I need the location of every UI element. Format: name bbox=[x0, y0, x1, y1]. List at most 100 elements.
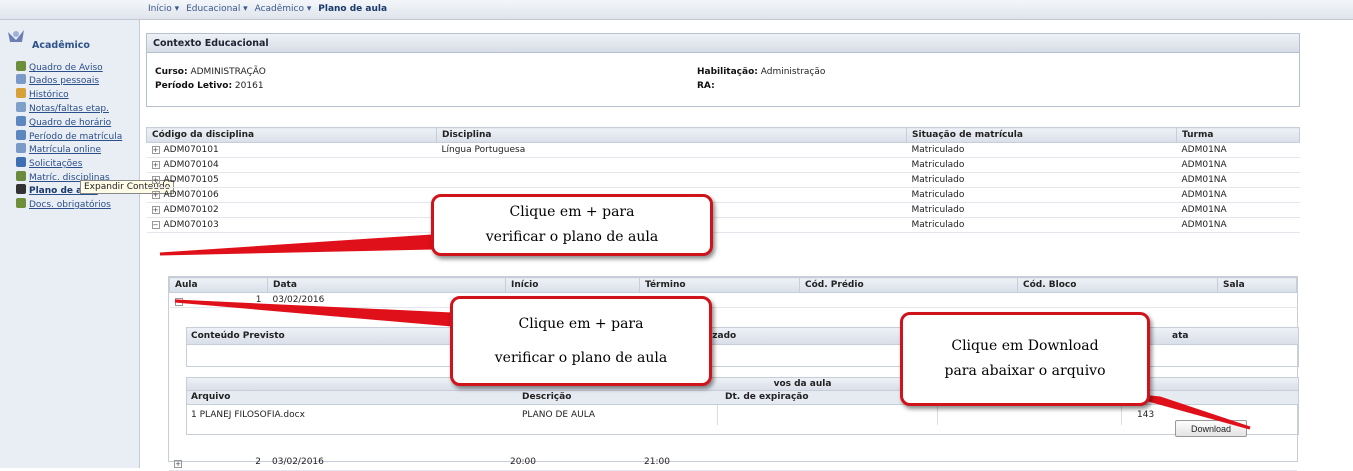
breadcrumb-academico[interactable]: Acadêmico ▾ bbox=[255, 4, 312, 14]
sidebar-item-label: Período de matrícula bbox=[29, 132, 123, 142]
grades-icon bbox=[16, 102, 26, 112]
discipline-name: Língua Portuguesa bbox=[441, 145, 526, 155]
discipline-code: ADM070105 bbox=[163, 175, 219, 185]
sidebar-title: Acadêmico bbox=[32, 40, 90, 51]
collapse-lesson-button[interactable]: − bbox=[174, 297, 183, 306]
sidebar-item-0[interactable]: Quadro de Aviso bbox=[16, 61, 140, 74]
sidebar-item-label: Quadro de Aviso bbox=[29, 63, 103, 73]
sidebar-item-5[interactable]: Período de matrícula bbox=[16, 130, 140, 143]
discipline-turma: ADM01NA bbox=[1181, 145, 1227, 155]
callout-expand-lesson: Clique em + para verificar o plano de au… bbox=[450, 296, 712, 386]
lesson-row: −1 03/02/2016 bbox=[169, 292, 1297, 308]
col-disciplina[interactable]: Disciplina bbox=[436, 127, 907, 143]
expand-lesson-button[interactable]: + bbox=[174, 459, 182, 468]
sidebar-item-4[interactable]: Quadro de horário bbox=[16, 116, 140, 129]
lessons-table-continued: +2 03/02/2016 20:00 21:00 bbox=[169, 455, 1297, 471]
callout-expand-discipline: Clique em + para verificar o plano de au… bbox=[431, 194, 713, 256]
sidebar-item-label: Matrícula online bbox=[29, 145, 101, 155]
col-bloco[interactable]: Cód. Bloco bbox=[1017, 277, 1218, 293]
discipline-code: ADM070103 bbox=[163, 220, 219, 230]
sidebar-item-7[interactable]: Solicitações bbox=[16, 157, 140, 170]
discipline-status: Matriculado bbox=[911, 160, 965, 170]
discipline-status: Matriculado bbox=[911, 190, 965, 200]
discipline-turma: ADM01NA bbox=[1181, 160, 1227, 170]
history-icon bbox=[16, 88, 26, 98]
sidebar-item-10[interactable]: Docs. obrigatórios bbox=[16, 198, 140, 211]
sidebar-item-6[interactable]: Matrícula online bbox=[16, 143, 140, 156]
col-expiracao[interactable]: Dt. de expiração bbox=[725, 392, 809, 402]
notice-icon bbox=[16, 61, 26, 71]
context-title: Contexto Educacional bbox=[147, 34, 1299, 53]
discipline-status: Matriculado bbox=[911, 175, 965, 185]
collapse-discipline-button[interactable]: − bbox=[151, 221, 160, 229]
col-arquivo[interactable]: Arquivo bbox=[191, 392, 230, 402]
educational-context-panel: Contexto Educacional Curso: ADMINISTRAÇÃ… bbox=[146, 33, 1300, 107]
breadcrumb-educacional[interactable]: Educacional ▾ bbox=[186, 4, 248, 14]
col-termino[interactable]: Término bbox=[639, 277, 800, 293]
check-icon bbox=[16, 171, 26, 181]
discipline-row: + ADM070106 Matriculado ADM01NA bbox=[146, 187, 1300, 203]
download-button[interactable]: Download bbox=[1175, 420, 1247, 437]
discipline-turma: ADM01NA bbox=[1181, 205, 1227, 215]
document-icon bbox=[16, 198, 26, 208]
sidebar-item-label: Solicitações bbox=[29, 159, 83, 169]
discipline-row: + ADM070104 Matriculado ADM01NA bbox=[146, 157, 1300, 173]
disciplines-table: Código da disciplina Disciplina Situação… bbox=[146, 127, 1300, 233]
sidebar-item-label: Dados pessoais bbox=[29, 76, 100, 86]
sidebar-item-2[interactable]: Histórico bbox=[16, 88, 140, 101]
discipline-turma: ADM01NA bbox=[1181, 220, 1227, 230]
col-codigo[interactable]: Código da disciplina bbox=[146, 127, 437, 143]
pointer-top bbox=[159, 234, 434, 256]
sidebar-item-3[interactable]: Notas/faltas etap. bbox=[16, 102, 140, 115]
calendar-icon bbox=[16, 130, 26, 140]
enroll-icon bbox=[16, 143, 26, 153]
discipline-row: − ADM070103 Matriculado ADM01NA bbox=[146, 217, 1300, 233]
breadcrumb-inicio[interactable]: Início ▾ bbox=[148, 4, 179, 14]
ra-field: RA: bbox=[697, 81, 715, 91]
file-name: 1 PLANEJ FILOSOFIA.docx bbox=[191, 410, 305, 420]
lessons-table: Aula Data Início Término Cód. Prédio Cód… bbox=[169, 277, 1297, 308]
expand-discipline-button[interactable]: + bbox=[151, 161, 160, 169]
data-header: ata bbox=[1172, 331, 1189, 341]
expand-discipline-button[interactable]: + bbox=[151, 191, 160, 199]
sidebar-item-1[interactable]: Dados pessoais bbox=[16, 74, 140, 87]
discipline-turma: ADM01NA bbox=[1181, 175, 1227, 185]
discipline-code: ADM070102 bbox=[163, 205, 219, 215]
col-situacao[interactable]: Situação de matrícula bbox=[906, 127, 1177, 143]
expand-discipline-button[interactable]: + bbox=[151, 176, 160, 184]
lesson-plan-icon bbox=[16, 184, 26, 194]
request-icon bbox=[16, 157, 26, 167]
col-turma[interactable]: Turma bbox=[1176, 127, 1300, 143]
discipline-code: ADM070104 bbox=[163, 160, 219, 170]
sidebar-item-label: Docs. obrigatórios bbox=[29, 200, 111, 210]
discipline-row: + ADM070102 Matriculado ADM01NA bbox=[146, 202, 1300, 218]
discipline-code: ADM070106 bbox=[163, 190, 219, 200]
discipline-turma: ADM01NA bbox=[1181, 190, 1227, 200]
discipline-status: Matriculado bbox=[911, 220, 965, 230]
expand-discipline-button[interactable]: + bbox=[151, 146, 160, 154]
sidebar-item-label: Notas/faltas etap. bbox=[29, 104, 109, 114]
file-row: 1 PLANEJ FILOSOFIA.docx PLANO DE AULA 14… bbox=[187, 405, 1298, 425]
sidebar-item-label: Quadro de horário bbox=[29, 118, 112, 128]
habilitacao-field: Habilitação: Administração bbox=[697, 67, 826, 77]
expand-discipline-button[interactable]: + bbox=[151, 206, 160, 214]
breadcrumb: Início ▾ Educacional ▾ Acadêmico ▾ Plano… bbox=[148, 4, 387, 14]
discipline-status: Matriculado bbox=[911, 205, 965, 215]
col-aula[interactable]: Aula bbox=[169, 277, 268, 293]
clock-icon bbox=[16, 116, 26, 126]
col-sala[interactable]: Sala bbox=[1217, 277, 1297, 293]
person-icon bbox=[16, 74, 26, 84]
col-descricao[interactable]: Descrição bbox=[522, 392, 571, 402]
academic-icon bbox=[8, 30, 24, 42]
top-bar: Início ▾ Educacional ▾ Acadêmico ▾ Plano… bbox=[0, 0, 1353, 20]
col-data[interactable]: Data bbox=[267, 277, 506, 293]
col-inicio[interactable]: Início bbox=[505, 277, 640, 293]
sidebar-item-label: Histórico bbox=[29, 90, 69, 100]
breadcrumb-current: Plano de aula bbox=[318, 4, 388, 14]
discipline-row: + ADM070105 Matriculado ADM01NA bbox=[146, 172, 1300, 188]
col-predio[interactable]: Cód. Prédio bbox=[799, 277, 1018, 293]
periodo-field: Período Letivo: 20161 bbox=[155, 81, 264, 91]
file-size: 143 bbox=[1137, 410, 1155, 420]
curso-field: Curso: ADMINISTRAÇÃO bbox=[155, 67, 266, 77]
file-description: PLANO DE AULA bbox=[522, 410, 596, 420]
